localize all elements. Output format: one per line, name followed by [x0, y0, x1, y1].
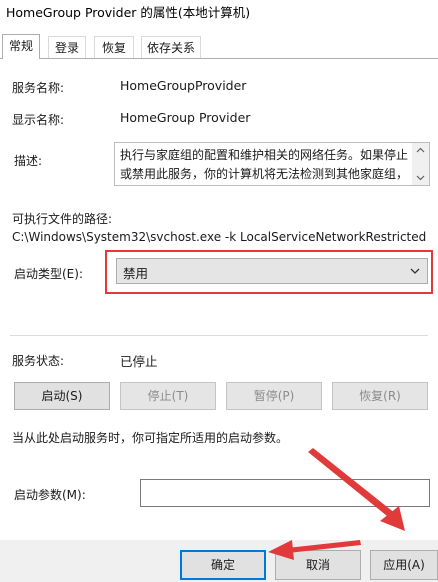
pause-button[interactable]: 暂停(P) — [226, 382, 322, 410]
startup-type-select[interactable]: 禁用 — [116, 258, 428, 284]
tab-general[interactable]: 常规 — [2, 34, 40, 59]
tab-dependencies[interactable]: 依存关系 — [141, 36, 201, 58]
description-scrollbar[interactable] — [412, 143, 429, 185]
exe-path-value: C:\Windows\System32\svchost.exe -k Local… — [12, 230, 427, 244]
start-params-input[interactable] — [140, 479, 430, 507]
general-tab-panel — [0, 58, 438, 540]
tab-logon[interactable]: 登录 — [48, 36, 86, 58]
service-status-value: 已停止 — [120, 354, 158, 369]
exe-path-label: 可执行文件的路径: — [12, 212, 113, 226]
start-button[interactable]: 启动(S) — [14, 382, 110, 410]
scroll-up-icon[interactable] — [416, 146, 425, 155]
cancel-button[interactable]: 取消 — [275, 550, 361, 580]
service-status-label: 服务状态: — [12, 354, 65, 368]
resume-button[interactable]: 恢复(R) — [332, 382, 428, 410]
section-divider — [10, 335, 428, 336]
tab-recovery[interactable]: 恢复 — [94, 36, 134, 58]
startup-type-value: 禁用 — [123, 266, 149, 281]
description-text: 执行与家庭组的配置和维护相关的网络任务。如果停止或禁用此服务，你的计算机将无法检… — [120, 148, 409, 181]
apply-button[interactable]: 应用(A) — [370, 550, 438, 580]
chevron-down-icon — [409, 263, 421, 279]
start-params-label: 启动参数(M): — [14, 488, 86, 502]
title-bar: HomeGroup Provider 的属性(本地计算机) — [0, 0, 438, 28]
description-label: 描述: — [14, 154, 43, 168]
stop-button[interactable]: 停止(T) — [120, 382, 216, 410]
window-title: HomeGroup Provider 的属性(本地计算机) — [6, 5, 251, 20]
service-name-label: 服务名称: — [12, 81, 65, 95]
startup-type-label: 启动类型(E): — [14, 267, 83, 281]
ok-button[interactable]: 确定 — [180, 550, 266, 580]
display-name-value: HomeGroup Provider — [120, 110, 251, 125]
scroll-down-icon[interactable] — [416, 173, 425, 182]
dialog-footer: 确定 取消 应用(A) — [0, 540, 438, 582]
tab-strip: 常规 登录 恢复 依存关系 — [0, 34, 438, 59]
service-name-value: HomeGroupProvider — [120, 78, 247, 93]
display-name-label: 显示名称: — [12, 113, 65, 127]
start-params-hint: 当从此处启动服务时，你可指定所适用的启动参数。 — [12, 431, 289, 445]
description-textbox[interactable]: 执行与家庭组的配置和维护相关的网络任务。如果停止或禁用此服务，你的计算机将无法检… — [114, 142, 430, 186]
